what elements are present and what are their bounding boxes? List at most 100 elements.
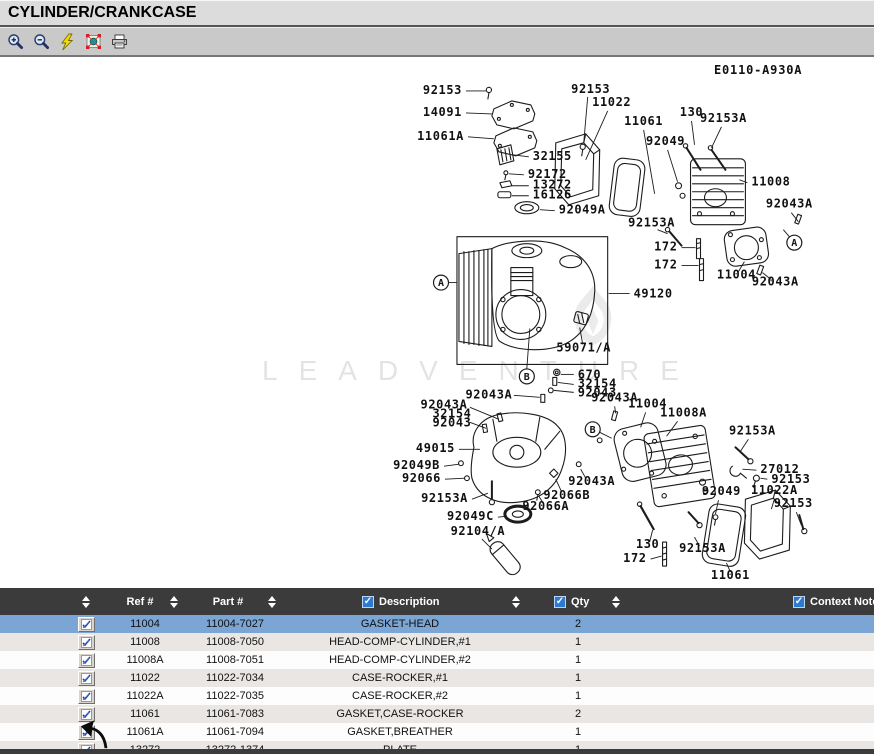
column-header-part[interactable]: Part #: [194, 588, 262, 615]
hotspots-icon[interactable]: [57, 31, 78, 53]
part-label[interactable]: 92153: [774, 496, 813, 510]
zoom-in-icon[interactable]: [5, 31, 26, 53]
desc-cell: CASE-ROCKER,#2: [290, 690, 510, 702]
desc-cell: GASKET,CASE-ROCKER: [290, 708, 510, 720]
leader-line: [740, 439, 748, 451]
sort-icon[interactable]: [82, 596, 90, 608]
view-marker-A: A: [434, 275, 449, 290]
zoom-out-icon[interactable]: [31, 31, 52, 53]
diagram-area: LEADVENTURE E0110-A930A: [0, 59, 874, 588]
part-label[interactable]: 172: [623, 551, 646, 565]
part-label[interactable]: 92043: [432, 415, 471, 429]
column-header-ref[interactable]: Ref #: [108, 588, 172, 615]
column-header-description[interactable]: ✓ Description: [362, 588, 440, 615]
column-header-context-note[interactable]: ✓ Context Note: [793, 588, 874, 615]
part-label[interactable]: 32155: [533, 149, 572, 163]
page-title: CYLINDER/CRANKCASE: [8, 4, 196, 22]
edit-note-icon[interactable]: [78, 671, 95, 686]
part-label[interactable]: 16126: [533, 188, 572, 202]
desc-cell: GASKET,BREATHER: [290, 726, 510, 738]
part-label[interactable]: 11022A: [751, 483, 798, 497]
table-row[interactable]: 11022A11022-7035CASE-ROCKER,#21: [0, 687, 874, 705]
part-label[interactable]: 11008A: [660, 405, 707, 419]
part-label[interactable]: 49015: [416, 441, 455, 455]
part-cell: 11004-7027: [180, 618, 290, 630]
part-label[interactable]: 11061A: [417, 129, 464, 143]
desc-cell: GASKET-HEAD: [290, 618, 510, 630]
part-label[interactable]: 92049B: [393, 458, 440, 472]
svg-text:B: B: [524, 372, 530, 383]
ref-cell: 11008: [110, 636, 180, 648]
part-cell: 11061-7094: [180, 726, 290, 738]
part-label[interactable]: 92049: [646, 134, 685, 148]
part-label[interactable]: 11061: [711, 568, 750, 582]
part-label[interactable]: 92153A: [729, 423, 776, 437]
part-label[interactable]: 11004: [717, 268, 756, 282]
part-label[interactable]: 92153A: [679, 541, 726, 555]
back-arrow[interactable]: [76, 712, 114, 750]
desc-cell: HEAD-COMP-CYLINDER,#1: [290, 636, 510, 648]
part-label[interactable]: 92049: [702, 484, 741, 498]
part-label[interactable]: 59071/A: [556, 340, 611, 354]
parts-viewer-window: CYLINDER/CRANKCASE: [0, 0, 874, 754]
part-label[interactable]: 92066: [402, 471, 441, 485]
part-cell: 11022-7034: [180, 672, 290, 684]
description-checkbox[interactable]: ✓: [362, 596, 374, 608]
edit-note-icon[interactable]: [78, 689, 95, 704]
table-row[interactable]: 1106111061-7083GASKET,CASE-ROCKER2: [0, 705, 874, 723]
leader-line: [715, 500, 718, 514]
edit-note-icon[interactable]: [78, 635, 95, 650]
part-label[interactable]: 92153A: [421, 491, 468, 505]
part-label[interactable]: 172: [654, 240, 677, 254]
sort-icon[interactable]: [512, 596, 520, 608]
part-label[interactable]: 11061: [624, 114, 663, 128]
table-row[interactable]: 11061A11061-7094GASKET,BREATHER1: [0, 723, 874, 741]
diagram-labels[interactable]: 921531409111061A321559217213272161269204…: [393, 82, 813, 582]
edit-note-icon[interactable]: [78, 653, 95, 668]
edit-note-icon[interactable]: [78, 617, 95, 632]
svg-text:A: A: [438, 278, 444, 289]
context-note-checkbox[interactable]: ✓: [793, 596, 805, 608]
leader-line: [444, 464, 459, 466]
sort-icon[interactable]: [170, 596, 178, 608]
desc-cell: HEAD-COMP-CYLINDER,#2: [290, 654, 510, 666]
part-label[interactable]: 92153: [571, 82, 610, 96]
parts-diagram: 921531409111061A321559217213272161269204…: [0, 59, 874, 588]
sort-icon[interactable]: [612, 596, 620, 608]
sort-icon[interactable]: [268, 596, 276, 608]
image-map-icon[interactable]: [83, 31, 104, 53]
part-label[interactable]: 92049A: [559, 203, 606, 217]
leader-line: [527, 328, 530, 368]
part-label[interactable]: 92153A: [628, 216, 675, 230]
part-label[interactable]: 92043A: [752, 275, 799, 289]
column-header-qty[interactable]: ✓ Qty: [554, 588, 589, 615]
part-label[interactable]: 92104/A: [451, 524, 506, 538]
part-label[interactable]: 92043A: [465, 387, 512, 401]
leader-line: [711, 127, 721, 148]
part-label[interactable]: 92066B: [543, 488, 590, 502]
qty-checkbox[interactable]: ✓: [554, 596, 566, 608]
part-label[interactable]: 92043A: [568, 474, 615, 488]
part-label[interactable]: 92043A: [766, 197, 813, 211]
leader-line: [783, 230, 789, 237]
part-label[interactable]: 130: [636, 537, 659, 551]
table-row[interactable]: 1102211022-7034CASE-ROCKER,#11: [0, 669, 874, 687]
table-row[interactable]: 11008A11008-7051HEAD-COMP-CYLINDER,#21: [0, 651, 874, 669]
part-label[interactable]: 49120: [634, 287, 673, 301]
part-label[interactable]: 11022: [592, 95, 631, 109]
table-row[interactable]: 1100411004-7027GASKET-HEAD2: [0, 615, 874, 633]
diagram-artwork: [457, 87, 807, 577]
print-icon[interactable]: [109, 31, 130, 53]
qty-cell: 2: [510, 618, 646, 630]
ref-cell: 11061: [110, 708, 180, 720]
part-label[interactable]: 11008: [751, 175, 790, 189]
part-label[interactable]: 14091: [423, 105, 462, 119]
part-label[interactable]: 92153A: [700, 111, 747, 125]
part-label[interactable]: 92153: [423, 83, 462, 97]
desc-cell: CASE-ROCKER,#1: [290, 672, 510, 684]
part-label[interactable]: 172: [654, 258, 677, 272]
leader-line: [600, 432, 612, 438]
part-label[interactable]: 92049C: [447, 509, 494, 523]
table-row[interactable]: 1100811008-7050HEAD-COMP-CYLINDER,#11: [0, 633, 874, 651]
leader-line: [509, 174, 524, 175]
